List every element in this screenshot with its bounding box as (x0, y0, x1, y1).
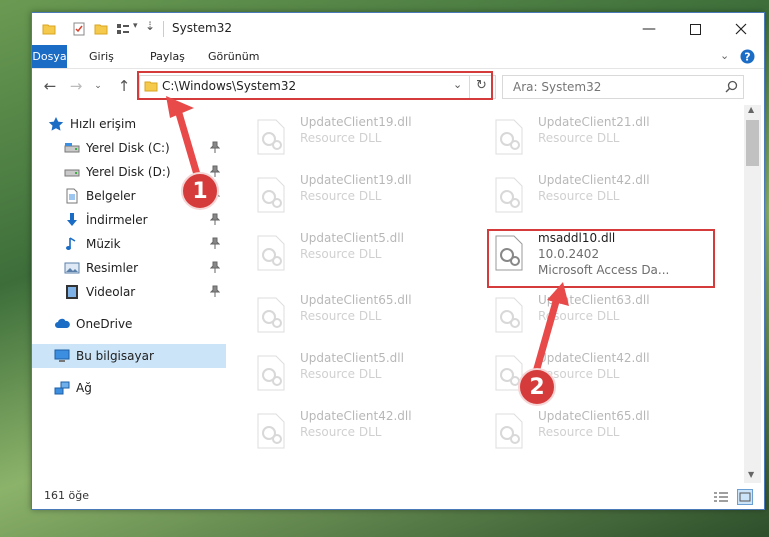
step-badge-1: 1 (181, 172, 219, 210)
step-badge-2: 2 (518, 368, 556, 406)
annotation-arrows (166, 96, 569, 376)
